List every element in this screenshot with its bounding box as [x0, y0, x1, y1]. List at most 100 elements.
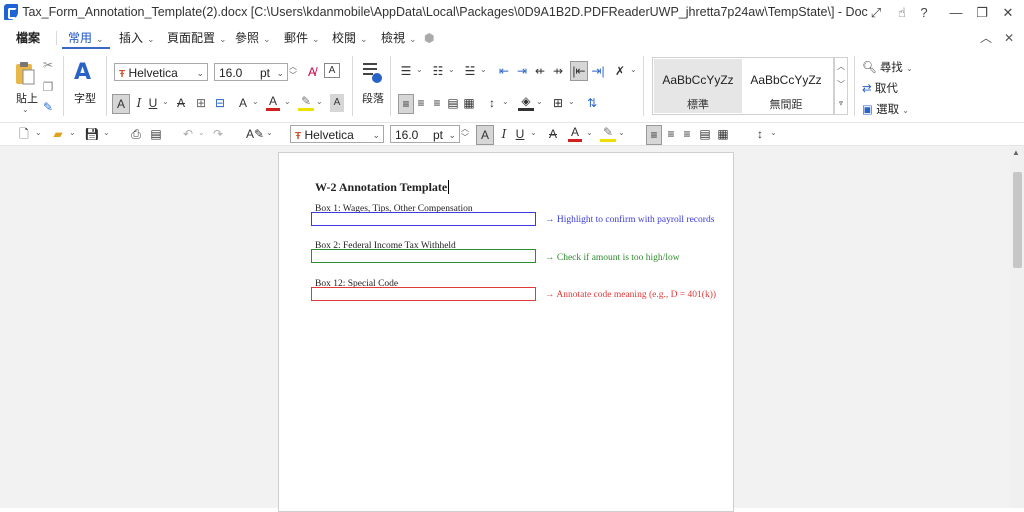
paste-button[interactable] [14, 60, 36, 86]
align-center-button[interactable]: ≡ [414, 94, 428, 112]
quick-font-size-stepper[interactable]: ︿ ﹀ [461, 124, 469, 142]
underline-button[interactable]: U [146, 94, 160, 112]
open-folder-icon[interactable]: ▰ [50, 125, 66, 143]
menu-references[interactable]: 參照 ⌄ [235, 29, 271, 47]
italic-button[interactable]: I [132, 94, 146, 112]
quick-justify-button[interactable]: ▤ [698, 125, 712, 143]
menu-insert[interactable]: 插入 ⌄ [119, 29, 155, 47]
menu-review[interactable]: 校閱 ⌄ [332, 29, 368, 47]
maximize-button[interactable]: ❐ [972, 4, 992, 22]
asian-layout-icon[interactable]: ✗ [612, 62, 628, 80]
quick-italic-button[interactable]: I [498, 125, 510, 143]
align-left-button[interactable]: ≡ [398, 94, 414, 114]
chevron-down-icon[interactable]: ⌄ [198, 128, 205, 137]
decrease-indent-icon[interactable]: ⇤ [496, 62, 512, 80]
font-dialog-icon[interactable]: A [74, 60, 91, 85]
chevron-down-icon[interactable]: ⌄ [530, 128, 537, 137]
quick-font-name-select[interactable]: Ŧ Helvetica ⌄ [290, 125, 384, 143]
chevron-down-icon[interactable]: ⌄ [252, 97, 259, 106]
text-tools-icon[interactable]: A✎ [246, 125, 264, 143]
scroll-up-arrow[interactable]: ▲ [1012, 148, 1020, 157]
chevron-down-icon[interactable]: ⌄ [480, 65, 487, 74]
char-shading-icon[interactable]: A [330, 94, 344, 112]
char-border-icon[interactable]: A [324, 63, 340, 78]
text-effects-icon[interactable]: A [236, 94, 250, 112]
quick-strikethrough-button[interactable]: A [546, 125, 560, 143]
chevron-down-icon[interactable]: ⌄ [103, 128, 110, 137]
right-indent-icon[interactable]: ⇥| [590, 62, 606, 80]
styles-scroller[interactable]: ︿ ﹀ ⩔ [834, 57, 848, 115]
minimize-button[interactable]: — [946, 4, 966, 22]
quick-align-center-button[interactable]: ≡ [664, 125, 678, 143]
menu-file[interactable]: 檔案 [16, 29, 40, 47]
new-document-icon[interactable]: 🗋 [16, 125, 32, 143]
font-name-select[interactable]: Ŧ Helvetica ⌄ [114, 63, 208, 81]
field-box-special-code[interactable] [311, 287, 536, 301]
scrollbar-thumb[interactable] [1013, 172, 1022, 268]
chevron-down-icon[interactable]: ⌄ [35, 128, 42, 137]
clear-format-icon[interactable]: A̸ [304, 63, 320, 81]
print-preview-icon[interactable]: ▤ [148, 125, 164, 143]
help-button[interactable]: ? [914, 4, 934, 22]
chevron-down-icon[interactable]: ⌄ [316, 97, 323, 106]
left-indent-icon[interactable]: |⇤ [570, 61, 588, 81]
quick-font-color-button[interactable]: A [568, 123, 582, 142]
field-box-federal-tax[interactable] [311, 249, 536, 263]
fullscreen-icon[interactable]: ⤢ [866, 4, 886, 22]
quick-bold-button[interactable]: A [476, 125, 494, 145]
quick-align-right-button[interactable]: ≡ [680, 125, 694, 143]
chevron-down-icon[interactable]: ⌄ [266, 128, 273, 137]
quick-line-spacing-icon[interactable]: ↕ [752, 125, 768, 143]
redo-icon[interactable]: ↷ [210, 125, 226, 143]
style-no-spacing[interactable]: AaBbCcYyZz 無間距 [742, 59, 830, 113]
justify-button[interactable]: ▤ [446, 94, 460, 112]
save-icon[interactable]: 💾︎ [84, 125, 100, 143]
chevron-down-icon[interactable]: ⌄ [618, 128, 625, 137]
close-ribbon-icon[interactable]: ✕ [1004, 29, 1014, 47]
phonetic-guide-icon[interactable]: ⊞ [193, 94, 209, 112]
increase-indent-icon[interactable]: ⇥ [514, 62, 530, 80]
quick-underline-button[interactable]: U [514, 125, 526, 143]
shading-icon[interactable]: ◈ [518, 92, 534, 111]
replace-button[interactable]: ⇄ 取代 [862, 80, 898, 96]
chevron-down-icon[interactable]: ⌄ [630, 65, 637, 74]
chevron-down-icon[interactable]: ⌄ [416, 65, 423, 74]
menu-mailings[interactable]: 郵件 ⌄ [284, 29, 320, 47]
chevron-down-icon[interactable]: ⌄ [568, 97, 575, 106]
multilevel-list-icon[interactable]: ☱ [462, 62, 478, 80]
style-normal[interactable]: AaBbCcYyZz 標準 [654, 59, 742, 113]
touch-mode-icon[interactable]: ☝ [892, 4, 912, 22]
line-spacing-icon[interactable]: ↕ [484, 94, 500, 112]
chevron-down-icon[interactable]: ⌄ [502, 97, 509, 106]
bullet-list-icon[interactable]: ☰ [398, 62, 414, 80]
chevron-down-icon[interactable]: ⌄ [69, 128, 76, 137]
paragraph-dialog-button[interactable] [362, 60, 382, 84]
highlight-icon[interactable]: ✎ [298, 92, 314, 111]
document-title[interactable]: W-2 Annotation Template [315, 180, 453, 195]
align-right-button[interactable]: ≡ [430, 94, 444, 112]
quick-align-left-button[interactable]: ≡ [646, 125, 662, 145]
chevron-down-icon[interactable]: ⌄ [22, 105, 29, 114]
chevron-down-icon[interactable]: ⌄ [448, 65, 455, 74]
chevron-down-icon[interactable]: ⌄ [770, 128, 777, 137]
borders-icon[interactable]: ⊞ [550, 94, 566, 112]
strikethrough-button[interactable]: A [174, 94, 188, 112]
distributed-button[interactable]: ▦ [462, 94, 476, 112]
numbered-list-icon[interactable]: ☷ [430, 62, 446, 80]
format-painter-icon[interactable]: ✎ [40, 98, 56, 116]
quick-highlight-icon[interactable]: ✎ [600, 123, 616, 142]
cut-icon[interactable]: ✂ [40, 56, 56, 74]
font-size-select[interactable]: 16.0 pt ⌄ [214, 63, 288, 81]
collapse-ribbon-icon[interactable]: ︿ [980, 29, 992, 47]
close-button[interactable]: ✕ [998, 4, 1018, 22]
menu-home[interactable]: 常用 ⌄ [62, 29, 110, 49]
chevron-down-icon[interactable]: ⌄ [162, 97, 169, 106]
menu-page-layout[interactable]: 頁面配置 ⌄ [167, 29, 227, 47]
sort-icon[interactable]: ⇅ [584, 94, 600, 112]
enclose-char-icon[interactable]: ⊟ [212, 94, 228, 112]
font-color-button[interactable]: A [266, 92, 280, 111]
chevron-down-icon[interactable]: ⌄ [586, 128, 593, 137]
font-size-stepper[interactable]: ︿ ﹀ [289, 62, 297, 80]
hanging-indent-icon[interactable]: ⇸ [550, 62, 566, 80]
chevron-down-icon[interactable]: ⌄ [284, 97, 291, 106]
